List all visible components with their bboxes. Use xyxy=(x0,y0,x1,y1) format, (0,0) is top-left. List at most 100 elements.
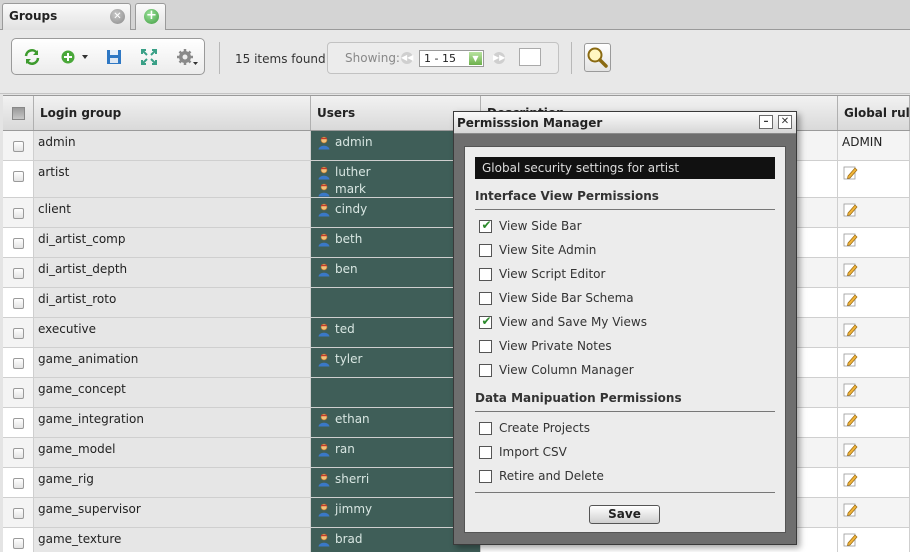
row-checkbox[interactable] xyxy=(13,171,24,182)
global-rules-cell[interactable] xyxy=(838,408,910,437)
row-checkbox[interactable] xyxy=(13,418,24,429)
user-name: jimmy xyxy=(335,502,373,516)
login-group-cell[interactable]: game_animation xyxy=(34,348,311,377)
column-header-global-rules[interactable]: Global rules xyxy=(838,96,910,130)
row-checkbox[interactable] xyxy=(13,298,24,309)
login-group-cell[interactable]: game_integration xyxy=(34,408,311,437)
global-rules-cell[interactable] xyxy=(838,258,910,287)
edit-icon[interactable] xyxy=(843,412,858,430)
tab-groups[interactable]: Groups ✕ xyxy=(2,3,131,30)
checkbox[interactable] xyxy=(479,292,492,305)
row-checkbox[interactable] xyxy=(13,478,24,489)
user-name: beth xyxy=(335,232,363,246)
login-group-cell[interactable]: client xyxy=(34,198,311,227)
global-rules-cell[interactable] xyxy=(838,468,910,497)
edit-icon[interactable] xyxy=(843,442,858,460)
add-tab-button[interactable]: + xyxy=(135,3,166,30)
global-rules-cell[interactable] xyxy=(838,528,910,552)
checkbox[interactable] xyxy=(479,364,492,377)
user-name: brad xyxy=(335,532,363,546)
edit-icon[interactable] xyxy=(843,322,858,340)
login-group-name: di_artist_comp xyxy=(38,232,126,246)
page-jump-input[interactable] xyxy=(519,48,541,66)
save-icon[interactable] xyxy=(104,48,124,66)
checkbox[interactable] xyxy=(479,446,492,459)
row-checkbox[interactable] xyxy=(13,388,24,399)
row-checkbox[interactable] xyxy=(13,538,24,549)
minimize-icon[interactable]: – xyxy=(759,115,773,129)
global-rules-cell[interactable] xyxy=(838,161,910,197)
user-icon xyxy=(317,233,331,251)
row-checkbox[interactable] xyxy=(13,328,24,339)
close-icon[interactable]: ✕ xyxy=(778,115,792,129)
user-name: ben xyxy=(335,262,358,276)
page-range-select[interactable]: 1 - 15 ▼ xyxy=(419,50,484,67)
save-button[interactable]: Save xyxy=(589,505,660,524)
login-group-cell[interactable]: game_model xyxy=(34,438,311,467)
edit-icon[interactable] xyxy=(843,262,858,280)
checkbox[interactable] xyxy=(479,244,492,257)
edit-icon[interactable] xyxy=(843,532,858,550)
dialog-titlebar[interactable]: Permisssion Manager – ✕ xyxy=(454,112,796,134)
row-checkbox[interactable] xyxy=(13,238,24,249)
close-icon[interactable]: ✕ xyxy=(110,9,125,24)
column-header-login-group[interactable]: Login group xyxy=(34,96,311,130)
row-checkbox[interactable] xyxy=(13,268,24,279)
checkbox[interactable]: ✔ xyxy=(479,314,492,329)
select-all-checkbox[interactable] xyxy=(12,107,25,120)
expand-icon[interactable] xyxy=(139,48,159,66)
global-rules-cell[interactable] xyxy=(838,498,910,527)
login-group-cell[interactable]: artist xyxy=(34,161,311,197)
edit-icon[interactable] xyxy=(843,232,858,250)
login-group-cell[interactable]: game_concept xyxy=(34,378,311,407)
edit-icon[interactable] xyxy=(843,202,858,220)
next-page-icon[interactable]: ▶▶ xyxy=(493,52,505,64)
row-checkbox[interactable] xyxy=(13,141,24,152)
edit-icon[interactable] xyxy=(843,502,858,520)
global-rules-cell[interactable] xyxy=(838,228,910,257)
global-rules-cell[interactable] xyxy=(838,348,910,377)
add-icon: + xyxy=(144,9,159,24)
login-group-cell[interactable]: di_artist_roto xyxy=(34,288,311,317)
user-name: ted xyxy=(335,322,355,336)
login-group-cell[interactable]: game_rig xyxy=(34,468,311,497)
login-group-cell[interactable]: di_artist_depth xyxy=(34,258,311,287)
refresh-icon[interactable] xyxy=(22,48,42,66)
edit-icon[interactable] xyxy=(843,165,858,183)
row-checkbox[interactable] xyxy=(13,358,24,369)
login-group-cell[interactable]: executive xyxy=(34,318,311,347)
user-name: cindy xyxy=(335,202,368,216)
row-checkbox[interactable] xyxy=(13,508,24,519)
checkbox[interactable] xyxy=(479,470,492,483)
edit-icon[interactable] xyxy=(843,472,858,490)
checkbox[interactable] xyxy=(479,268,492,281)
checkbox[interactable]: ✔ xyxy=(479,218,492,233)
search-button[interactable] xyxy=(584,43,611,72)
edit-icon[interactable] xyxy=(843,352,858,370)
check-icon: ✔ xyxy=(481,218,492,232)
add-item-button[interactable] xyxy=(60,48,92,66)
interface-permissions-title: Interface View Permissions xyxy=(475,189,659,203)
login-group-name: client xyxy=(38,202,71,216)
login-group-cell[interactable]: game_texture xyxy=(34,528,311,552)
login-group-cell[interactable]: admin xyxy=(34,131,311,160)
edit-icon[interactable] xyxy=(843,382,858,400)
row-select-cell xyxy=(3,498,34,527)
global-rules-cell[interactable] xyxy=(838,378,910,407)
global-rules-cell[interactable]: ADMIN xyxy=(838,131,910,160)
login-group-cell[interactable]: game_supervisor xyxy=(34,498,311,527)
previous-page-icon[interactable]: ◀◀ xyxy=(401,52,413,64)
global-rules-cell[interactable] xyxy=(838,198,910,227)
login-group-cell[interactable]: di_artist_comp xyxy=(34,228,311,257)
edit-icon[interactable] xyxy=(843,292,858,310)
checkbox[interactable] xyxy=(479,340,492,353)
settings-icon[interactable] xyxy=(176,48,200,66)
global-rules-cell[interactable] xyxy=(838,438,910,467)
row-checkbox[interactable] xyxy=(13,208,24,219)
user-name: tyler xyxy=(335,352,363,366)
row-checkbox[interactable] xyxy=(13,448,24,459)
global-rules-cell[interactable] xyxy=(838,288,910,317)
global-rules-cell[interactable] xyxy=(838,318,910,347)
toolbar-divider xyxy=(219,42,220,74)
checkbox[interactable] xyxy=(479,422,492,435)
